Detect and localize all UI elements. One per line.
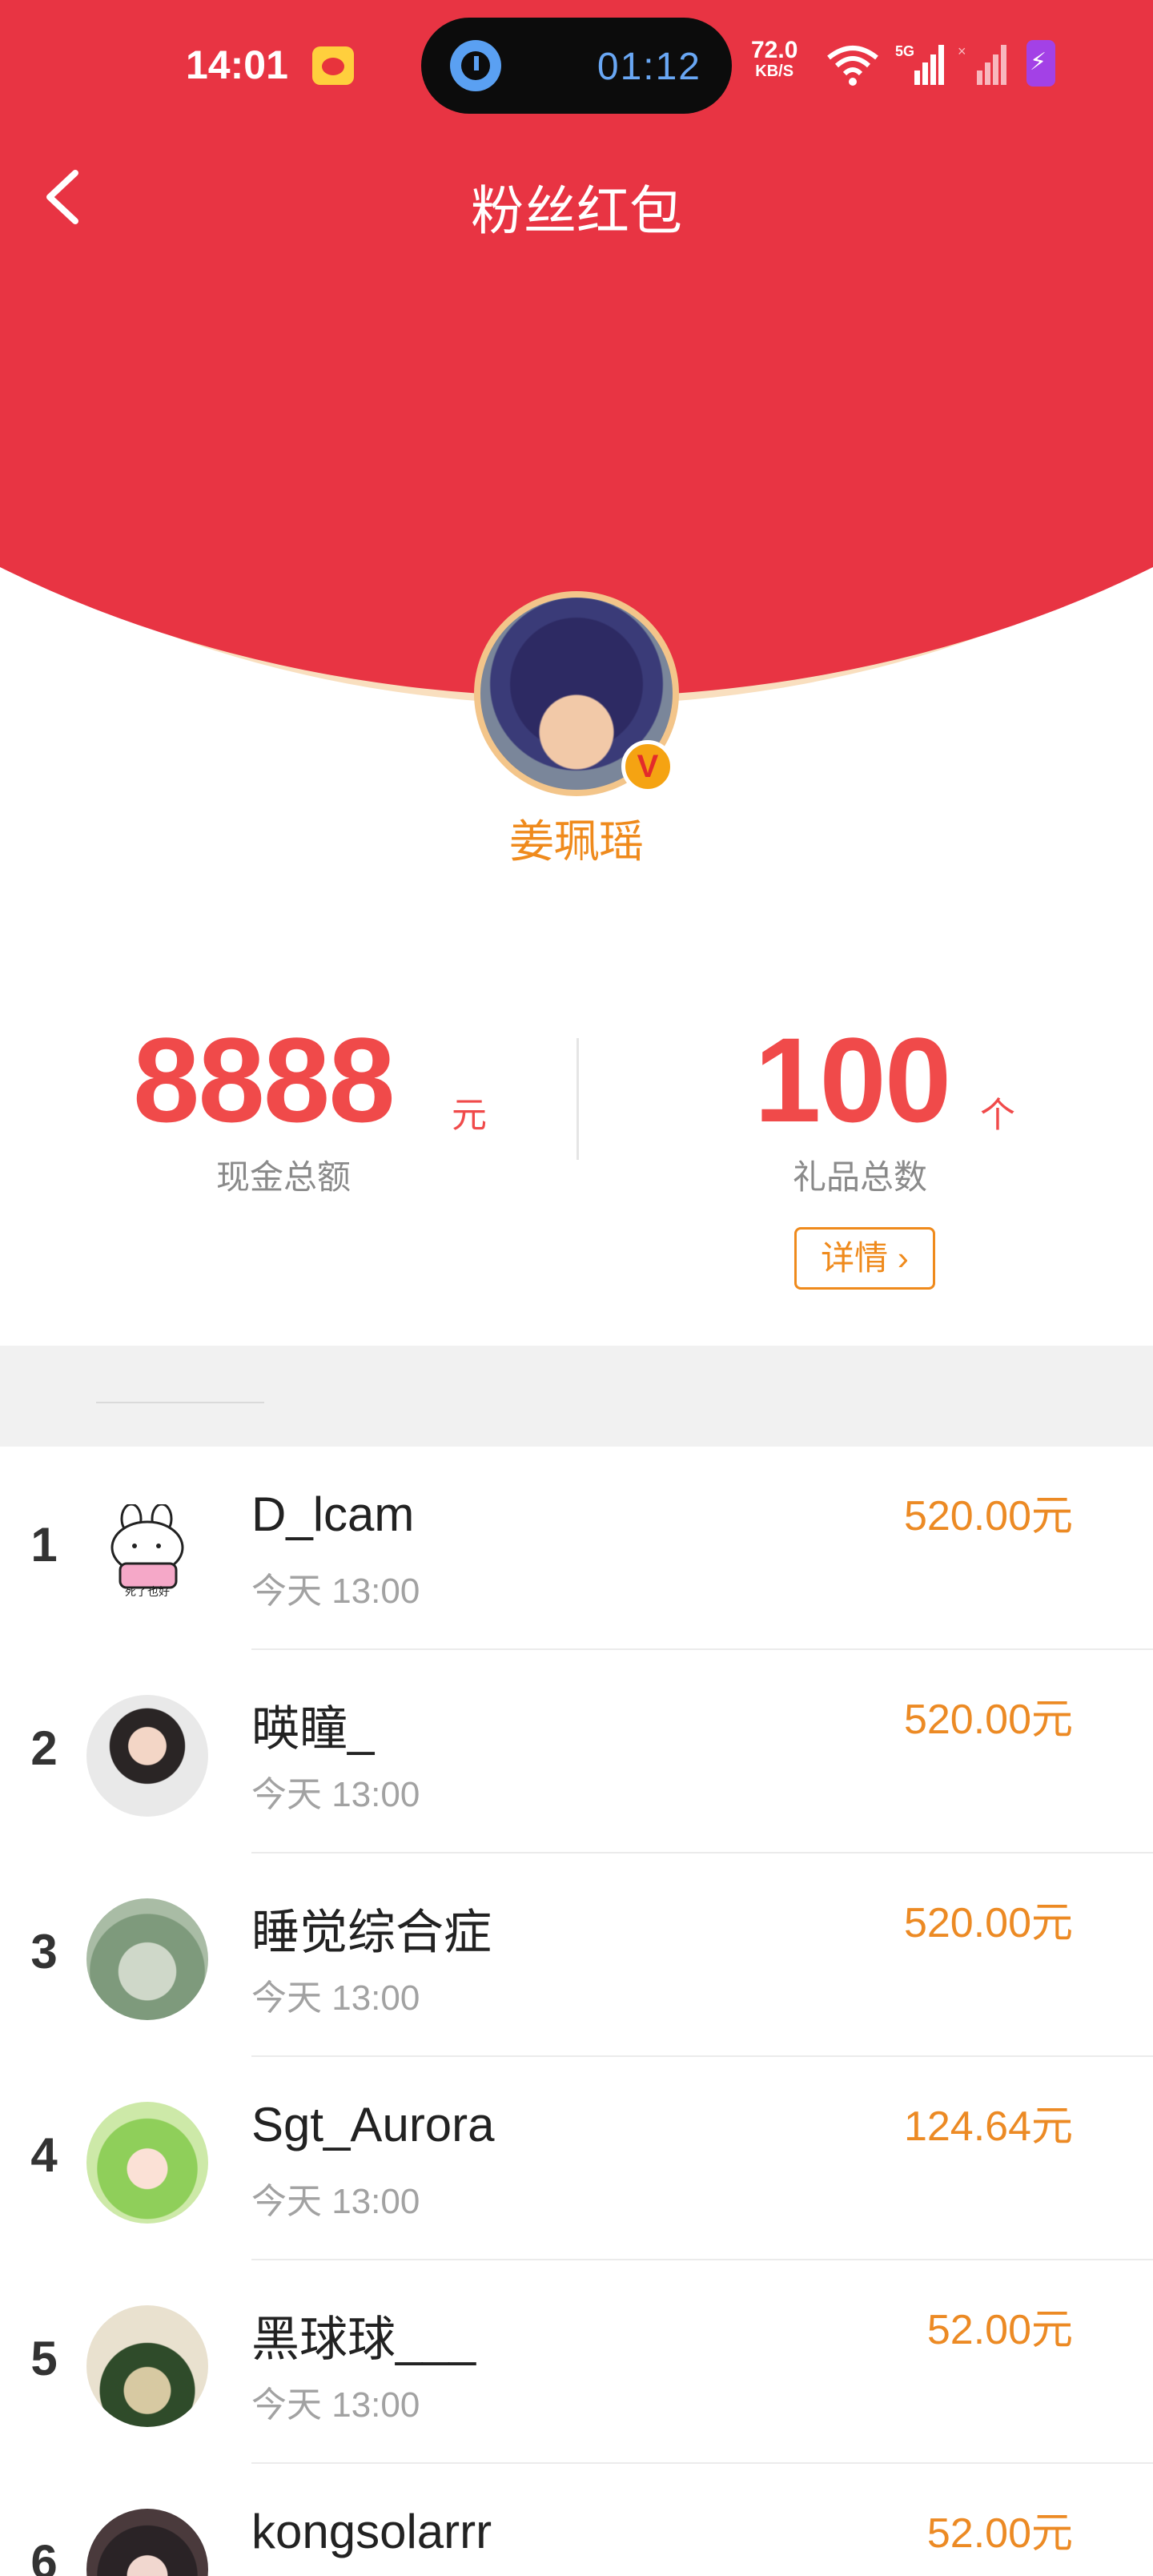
alarm-icon [450, 40, 501, 91]
list-item[interactable]: 6 kongsolarrr 52.00元 [0, 2464, 1153, 2576]
verified-badge-icon: V [621, 740, 674, 793]
avatar[interactable] [86, 2509, 208, 2576]
faint-divider-lines [96, 1402, 264, 1405]
stats-divider [576, 1038, 579, 1160]
gift-total-value: 100 [754, 1012, 951, 1147]
donor-name: 睡觉综合症 [251, 1906, 492, 1959]
donation-time: 今天 13:00 [251, 1775, 420, 1814]
network-speed: 72.0 KB/S [751, 37, 798, 82]
donation-time: 今天 13:00 [251, 2385, 420, 2425]
rank-number: 6 [30, 2535, 58, 2576]
donor-name: 暎瞳_ [251, 1702, 375, 1756]
list-item[interactable]: 3 睡觉综合症 今天 13:00 520.00元 [0, 1854, 1153, 2057]
rank-number: 2 [30, 1721, 58, 1775]
donor-name: D_lcam [251, 1487, 415, 1541]
svg-text:×: × [958, 43, 966, 59]
island-timer: 01:12 [597, 46, 701, 88]
gift-total-label: 礼品总数 [793, 1158, 928, 1196]
network-speed-unit: KB/S [755, 62, 794, 80]
svg-text:5G: 5G [895, 43, 914, 59]
battery-charging-icon [1026, 40, 1055, 87]
section-separator [0, 1346, 1153, 1447]
cash-total-value: 8888 [133, 1012, 396, 1147]
avatar-sticker-text: 死了也好 [125, 1586, 170, 1599]
donation-amount: 520.00元 [903, 1493, 1073, 1540]
cash-total-label: 现金总额 [216, 1158, 352, 1196]
list-item[interactable]: 4 Sgt_Aurora 今天 13:00 124.64元 [0, 2057, 1153, 2260]
status-bar: 14:01 01:12 72.0 KB/S 5G × [0, 0, 1153, 128]
donor-name: 黑球球___ [251, 2312, 476, 2366]
network-speed-value: 72.0 [751, 37, 798, 63]
donation-time: 今天 13:00 [251, 2182, 420, 2221]
avatar[interactable] [86, 1695, 208, 1817]
donation-amount: 52.00元 [926, 2307, 1073, 2353]
chevron-right-icon: › [888, 1239, 909, 1277]
donation-amount: 520.00元 [903, 1697, 1073, 1743]
signal-icon: 5G [895, 43, 944, 85]
avatar[interactable]: 死了也好 [86, 1491, 208, 1613]
rank-number: 5 [30, 2332, 58, 2385]
detail-button[interactable]: 详情 › [794, 1227, 935, 1290]
list-item[interactable]: 1 死了也好 D_lcam 今天 13:00 520.00元 [0, 1447, 1153, 1650]
avatar[interactable] [86, 1898, 208, 2020]
rank-number: 3 [30, 1925, 58, 1978]
wifi-icon [827, 46, 878, 86]
donation-amount: 52.00元 [926, 2510, 1073, 2557]
donor-name: Sgt_Aurora [251, 2098, 495, 2151]
status-time: 14:01 [186, 42, 288, 87]
donation-time: 今天 13:00 [251, 1572, 420, 1611]
gift-total-unit: 个 [980, 1096, 1015, 1135]
donation-time: 今天 13:00 [251, 1978, 420, 2018]
weibo-icon [312, 46, 354, 85]
page-title: 粉丝红包 [471, 181, 682, 240]
detail-button-label: 详情 [821, 1239, 889, 1277]
donor-name: kongsolarrr [251, 2505, 492, 2558]
donation-amount: 124.64元 [903, 2103, 1073, 2150]
user-name[interactable]: 姜珮瑶 [0, 806, 1153, 871]
bunny-sticker-icon: 死了也好 [110, 1504, 184, 1599]
rank-number: 1 [30, 1518, 58, 1572]
cash-total-unit: 元 [452, 1096, 487, 1135]
avatar[interactable] [86, 2305, 208, 2427]
signal-icon-secondary: × [958, 43, 1006, 85]
rank-number: 4 [30, 2128, 58, 2182]
dynamic-island[interactable]: 01:12 [421, 18, 732, 114]
list-item[interactable]: 5 黑球球___ 今天 13:00 52.00元 [0, 2260, 1153, 2464]
list-item[interactable]: 2 暎瞳_ 今天 13:00 520.00元 [0, 1650, 1153, 1854]
donation-amount: 520.00元 [903, 1900, 1073, 1946]
avatar[interactable] [86, 2102, 208, 2224]
